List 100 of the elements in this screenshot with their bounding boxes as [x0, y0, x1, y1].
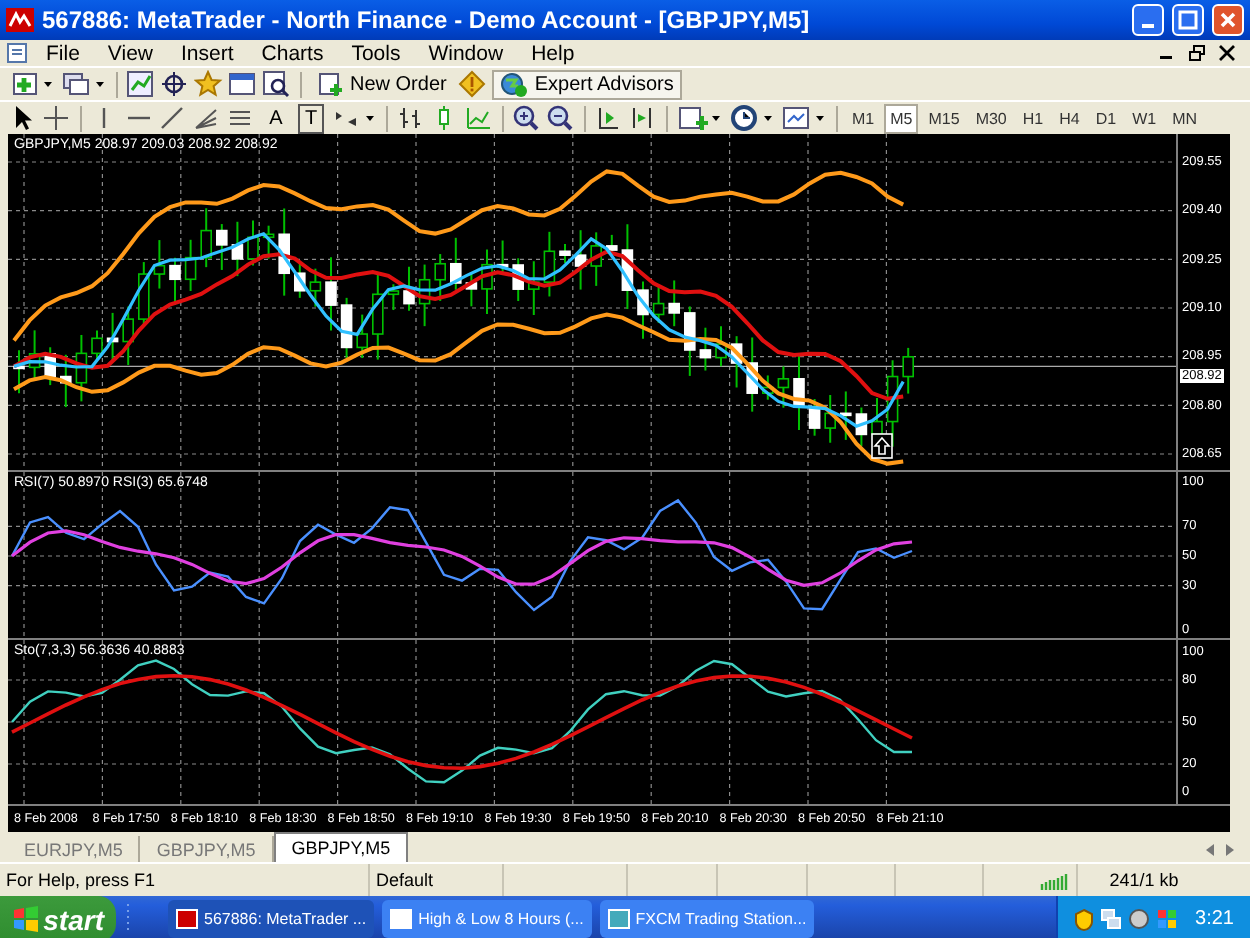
candle	[60, 353, 72, 409]
menu-item[interactable]: File	[34, 41, 92, 65]
close-icon[interactable]	[1218, 44, 1236, 62]
window-icon	[176, 908, 198, 930]
timeframe-button[interactable]: M5	[884, 103, 919, 133]
window-icon	[607, 908, 630, 930]
candle	[91, 329, 103, 361]
candle	[496, 239, 509, 276]
zoom-out-icon[interactable]	[546, 103, 576, 133]
template-icon[interactable]	[780, 103, 828, 133]
candle	[387, 283, 400, 312]
candle	[372, 272, 384, 361]
candle	[590, 231, 602, 287]
autoscroll-icon[interactable]	[594, 103, 624, 133]
crosshair-icon[interactable]	[160, 69, 190, 99]
candle	[824, 394, 836, 444]
clock-icon[interactable]	[728, 103, 776, 133]
candle	[730, 335, 743, 389]
plus-icon[interactable]	[8, 69, 56, 99]
globe-icon	[500, 71, 529, 97]
candle	[309, 267, 322, 308]
menu-item[interactable]: Charts	[249, 41, 336, 65]
chart-tab[interactable]: EURJPY,M5	[8, 836, 141, 862]
taskbar-button[interactable]: High & Low 8 Hours (...	[382, 900, 592, 938]
bar-chart-icon[interactable]	[396, 103, 426, 133]
diamond-icon[interactable]	[458, 69, 489, 99]
fan-icon[interactable]	[192, 103, 222, 133]
candle	[340, 296, 353, 359]
candle	[75, 333, 88, 403]
left-arrow-icon[interactable]	[1206, 844, 1214, 856]
windows-logo-icon	[12, 906, 38, 932]
candle	[106, 311, 119, 363]
crosshair-icon[interactable]	[42, 103, 72, 133]
candle	[840, 390, 852, 441]
text-tool-button[interactable]: T	[302, 107, 320, 129]
text-tool-button[interactable]: A	[260, 103, 292, 133]
timeframe-button[interactable]: D1	[1089, 103, 1123, 133]
candle	[481, 248, 493, 315]
candle	[325, 256, 337, 332]
candle	[528, 260, 540, 316]
star-icon[interactable]	[194, 69, 224, 99]
start-button[interactable]: start	[0, 896, 116, 938]
signal-bars-icon	[1040, 871, 1070, 889]
zoom-in-icon[interactable]	[512, 103, 542, 133]
timeframe-button[interactable]: M1	[846, 103, 881, 133]
candle	[231, 220, 244, 278]
app-icon	[6, 8, 34, 32]
indicator-icon[interactable]	[676, 103, 724, 133]
candle	[13, 349, 25, 395]
restore-icon[interactable]	[1188, 44, 1206, 62]
maximize-icon	[1178, 10, 1198, 30]
candle	[559, 243, 571, 264]
menu-item[interactable]: Tools	[339, 41, 413, 65]
candle	[278, 207, 290, 297]
candle	[28, 329, 41, 382]
magnifier-icon[interactable]	[262, 69, 292, 99]
right-arrow-icon[interactable]	[1226, 844, 1234, 856]
window-icon[interactable]	[228, 69, 258, 99]
candle	[247, 219, 259, 267]
candle	[793, 352, 805, 432]
candle	[216, 223, 228, 271]
trend-line-icon[interactable]	[158, 103, 188, 133]
candle	[684, 305, 696, 377]
arrow-marker-icon	[871, 433, 893, 459]
menu-item[interactable]: Help	[519, 41, 587, 65]
expert-advisors-button[interactable]: Expert Advisors	[492, 69, 682, 99]
timeframe-button[interactable]: MN	[1166, 103, 1204, 133]
windows-icon[interactable]	[60, 69, 108, 99]
shield-icon[interactable]	[1073, 907, 1094, 931]
chart-tab[interactable]: GBPJPY,M5	[273, 832, 409, 862]
network-icon[interactable]	[1099, 908, 1122, 930]
candle	[543, 230, 556, 298]
timeframe-button[interactable]: H4	[1053, 103, 1086, 133]
grip-icon	[124, 902, 132, 936]
taskbar-button[interactable]: FXCM Trading Station...	[599, 900, 815, 938]
menu-item[interactable]: View	[95, 41, 165, 65]
timeframe-button[interactable]: M30	[969, 103, 1013, 133]
new-order-button[interactable]: New Order	[310, 69, 455, 99]
candle	[699, 326, 712, 372]
minimize-icon	[1142, 23, 1154, 27]
close-icon	[1218, 10, 1238, 30]
menu-item[interactable]: Window	[416, 41, 516, 65]
menu-item[interactable]: Insert	[169, 41, 246, 65]
candle	[153, 239, 166, 290]
timeframe-button[interactable]: W1	[1126, 103, 1163, 133]
chart-icon[interactable]	[126, 69, 156, 99]
candle	[294, 261, 306, 299]
candle	[418, 263, 431, 328]
taskbar-button[interactable]: 567886: MetaTrader ...	[168, 900, 375, 938]
window-title: 567886: MetaTrader - North Finance - Demo Account - [GBPJPY,M5]	[42, 6, 812, 34]
candle	[777, 365, 790, 409]
timeframe-button[interactable]: M15	[922, 103, 966, 133]
maximize-button[interactable]	[1172, 4, 1204, 36]
candle	[715, 325, 727, 368]
candle	[808, 398, 821, 437]
minimize-button[interactable]	[1132, 4, 1164, 36]
candle	[200, 207, 212, 269]
close-button[interactable]	[1212, 4, 1244, 36]
candle	[512, 257, 524, 303]
timeframe-button[interactable]: H1	[1016, 103, 1050, 133]
